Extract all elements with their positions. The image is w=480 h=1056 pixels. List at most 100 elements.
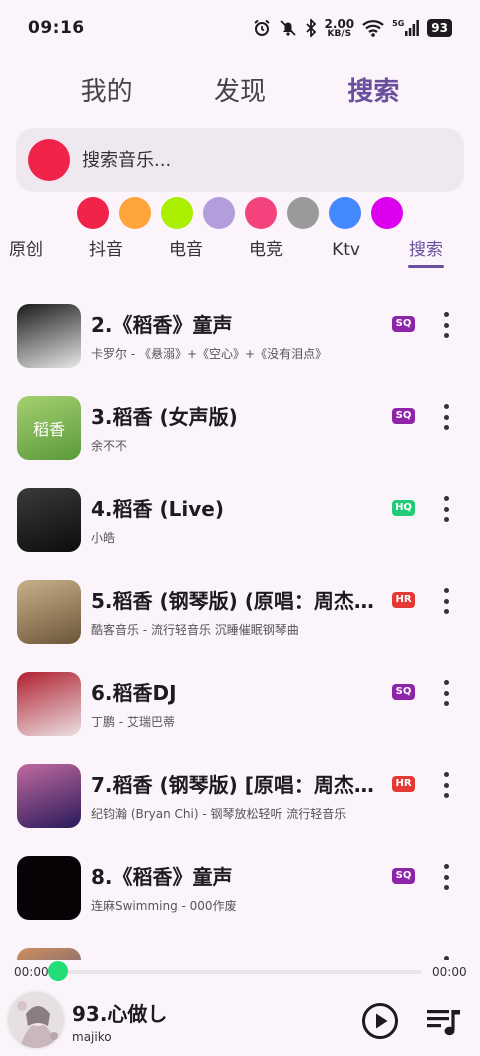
search-accent-dot[interactable] [28,139,70,181]
song-list-item[interactable]: 5.稻香 (钢琴版) (原唱：周杰伦) 酷客音乐 - 流行轻音乐 沉睡催眠钢琴曲 H… [0,566,480,658]
battery-icon: 93 [427,19,452,37]
song-cover: 稻香 [17,396,81,460]
song-title: 8.《稻香》童声 [91,864,233,889]
net-speed: 2.00 KB/S [325,18,355,39]
song-cover [17,856,81,920]
status-bar: 09:16 2.00 KB/S 5G 93 [0,0,480,56]
song-title: 2.《稻香》童声 [91,312,233,337]
song-artist: 小皓 [91,530,116,545]
song-artist: 连麻Swimming - 000作废 [91,898,237,913]
theme-color-picker [0,197,480,231]
queue-music-icon [427,1010,460,1036]
now-playing-cover[interactable] [6,990,66,1050]
song-text: 5.稻香 (钢琴版) (原唱：周杰伦) 酷客音乐 - 流行轻音乐 沉睡催眠钢琴曲 [91,587,381,638]
song-cover [17,488,81,552]
category-tab-original[interactable]: 原创 [0,236,66,264]
song-text: 3.稻香 (女声版) 余不不 [91,403,381,454]
more-options-icon[interactable] [436,680,456,706]
song-title: 3.稻香 (女声版) [91,404,238,429]
progress-thumb[interactable] [48,961,68,981]
theme-color-dot[interactable] [77,197,109,229]
category-tabs: 原创 抖音 电音 电竞 Ktv 搜索 [0,236,480,272]
current-time: 00:00 [14,965,49,979]
more-options-icon[interactable] [436,496,456,522]
song-artist: 酷客音乐 - 流行轻音乐 沉睡催眠钢琴曲 [91,622,299,637]
song-title: 5.稻香 (钢琴版) (原唱：周杰伦) [91,588,381,613]
bluetooth-icon [305,19,316,37]
playlist-queue-button[interactable] [425,1004,463,1040]
more-options-icon[interactable] [436,588,456,614]
song-title: 4.稻香 (Live) [91,496,224,521]
search-bar [16,128,464,192]
quality-badge: HR [392,776,415,792]
song-list-item[interactable]: 4.稻香 (Live) 小皓 HQ [0,474,480,566]
theme-color-dot[interactable] [119,197,151,229]
song-title: 7.稻香 (钢琴版) [原唱：周杰伦] [91,772,381,797]
song-text: 6.稻香DJ 丁鹏 - 艾瑞巴蒂 [91,679,381,730]
tab-search[interactable]: 搜索 [347,66,399,112]
quality-badge: SQ [392,408,415,424]
now-playing-title: 93.心做し [72,1002,168,1026]
song-artist: 丁鹏 - 艾瑞巴蒂 [91,714,175,729]
category-tab-ktv[interactable]: Ktv [306,236,386,264]
status-time: 09:16 [28,18,85,38]
quality-badge: SQ [392,316,415,332]
song-cover [17,948,81,960]
song-title: 6.稻香DJ [91,680,177,705]
more-options-icon[interactable] [436,772,456,798]
song-cover [17,764,81,828]
category-tab-electronic[interactable]: 电音 [146,236,226,264]
song-cover [17,304,81,368]
wifi-icon [362,20,384,37]
play-button[interactable] [361,1002,399,1040]
play-icon [362,1003,398,1039]
song-list-item[interactable]: 8.《稻香》童声连麻Swimming - 000作废 SQ [0,842,480,934]
total-time: 00:00 [432,965,467,979]
song-list-item[interactable]: 9.稻香SQ [0,934,480,960]
network-type: 5G [392,19,405,28]
quality-badge: SQ [392,868,415,884]
song-artist: 卡罗尔 - 《悬溺》+《空心》+《没有泪点》 [91,346,328,361]
more-options-icon[interactable] [436,312,456,338]
signal-icon: 5G [392,19,420,36]
theme-color-dot[interactable] [203,197,235,229]
theme-color-dot[interactable] [371,197,403,229]
song-list: 2.《稻香》童声卡罗尔 - 《悬溺》+《空心》+《没有泪点》 SQ 稻香 3.稻香 (… [0,290,480,960]
song-list-item[interactable]: 6.稻香DJ 丁鹏 - 艾瑞巴蒂 SQ [0,658,480,750]
quality-badge: HR [392,592,415,608]
main-tabs: 我的 发现 搜索 [0,66,480,112]
song-text: 8.《稻香》童声连麻Swimming - 000作废 [91,863,381,914]
song-text: 4.稻香 (Live) 小皓 [91,495,381,546]
song-text: 2.《稻香》童声卡罗尔 - 《悬溺》+《空心》+《没有泪点》 [91,311,381,362]
theme-color-dot[interactable] [329,197,361,229]
song-list-item[interactable]: 7.稻香 (钢琴版) [原唱：周杰伦] 纪钧瀚 (Bryan Chi) - 钢琴放… [0,750,480,842]
search-input[interactable] [82,149,422,171]
song-cover [17,580,81,644]
song-cover-text: 稻香 [32,420,65,439]
more-options-icon[interactable] [436,864,456,890]
category-tab-douyin[interactable]: 抖音 [66,236,146,264]
net-speed-unit: KB/S [327,28,352,39]
playback-progress: 00:00 00:00 [0,960,480,984]
song-list-item[interactable]: 2.《稻香》童声卡罗尔 - 《悬溺》+《空心》+《没有泪点》 SQ [0,290,480,382]
theme-color-dot[interactable] [287,197,319,229]
quality-badge: HQ [392,500,415,516]
song-list-item[interactable]: 稻香 3.稻香 (女声版) 余不不 SQ [0,382,480,474]
quality-badge: SQ [392,684,415,700]
alarm-icon [253,19,270,36]
now-playing-bar[interactable]: 93.心做し majiko [0,986,480,1056]
more-options-icon[interactable] [436,404,456,430]
song-artist: 余不不 [91,438,128,453]
mute-icon [279,20,296,36]
song-artist: 纪钧瀚 (Bryan Chi) - 钢琴放松轻听 流行轻音乐 [91,806,347,821]
tab-discover[interactable]: 发现 [214,66,266,112]
song-text: 7.稻香 (钢琴版) [原唱：周杰伦] 纪钧瀚 (Bryan Chi) - 钢琴放… [91,771,381,822]
song-cover [17,672,81,736]
category-tab-esports[interactable]: 电竞 [226,236,306,264]
category-tab-search[interactable]: 搜索 [386,236,466,268]
theme-color-dot[interactable] [161,197,193,229]
theme-color-dot[interactable] [245,197,277,229]
tab-mine[interactable]: 我的 [81,66,133,112]
progress-track[interactable] [58,970,422,974]
status-icons: 2.00 KB/S 5G 93 [253,18,452,39]
